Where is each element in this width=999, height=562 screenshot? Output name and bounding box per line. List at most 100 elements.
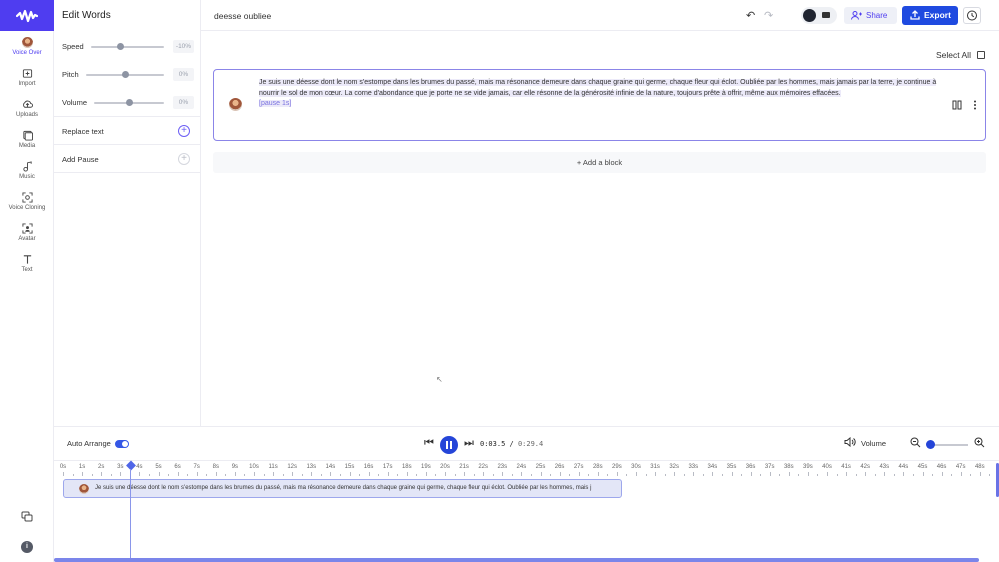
ruler-tick-mark [158, 472, 160, 476]
pitch-slider-handle[interactable] [122, 71, 129, 78]
document-title[interactable]: deesse oubliee [214, 11, 271, 21]
help-button[interactable]: i [0, 541, 54, 553]
chat-button[interactable] [0, 511, 54, 525]
ruler-tick-label: 45s [917, 464, 928, 470]
add-block-button[interactable]: + Add a block [213, 152, 986, 173]
pitch-label: Pitch [62, 70, 79, 79]
auto-arrange-toggle[interactable] [115, 440, 129, 448]
volume-slider-handle[interactable] [126, 99, 133, 106]
pitch-control: Pitch 0% [62, 68, 194, 82]
ruler-tick-label: 11s [268, 464, 278, 470]
ruler-tick-label: 34s [707, 464, 718, 470]
ruler-tick-label: 2s [98, 464, 105, 470]
export-upload-icon [910, 10, 920, 20]
pause-button[interactable] [440, 436, 458, 454]
skip-back-icon[interactable]: ⏮ [424, 437, 434, 450]
export-button[interactable]: Export [902, 6, 958, 25]
ruler-tick-mark [406, 472, 408, 476]
volume-button-label[interactable]: Volume [861, 439, 886, 448]
ruler-tick-mark [292, 472, 294, 476]
sidebar-item-uploads[interactable]: Uploads [0, 99, 54, 118]
sidebar-item-text[interactable]: Text [0, 254, 54, 273]
volume-value[interactable]: 0% [173, 96, 194, 109]
select-all-checkbox[interactable] [977, 51, 985, 59]
speed-slider-track[interactable] [91, 46, 164, 48]
ruler-tick-label: 1s [78, 464, 86, 470]
sidebar-item-music[interactable]: Music [0, 161, 54, 180]
zoom-out-icon[interactable] [910, 437, 921, 451]
ruler-tick-mark [139, 472, 141, 476]
add-replace-text-icon[interactable]: + [178, 125, 190, 137]
pause-tag[interactable]: [pause 1s] [259, 100, 292, 107]
ruler-tick-mark [779, 474, 781, 476]
split-block-icon[interactable] [952, 100, 962, 110]
panel-divider [54, 172, 200, 173]
ruler-tick-mark [597, 472, 599, 476]
time-display: 0:03.5 / 0:29.4 [480, 440, 543, 448]
add-pause-icon[interactable]: + [178, 153, 190, 165]
sidebar-item-voice-over[interactable]: Voice Over [0, 37, 54, 56]
pitch-value[interactable]: 0% [173, 68, 194, 81]
ruler-tick-label: 6s [174, 464, 181, 470]
replace-text-row[interactable]: Replace text + [54, 116, 200, 144]
ruler-tick-mark [311, 472, 313, 476]
ruler-tick-mark [63, 472, 64, 476]
sidebar-item-voice-cloning[interactable]: Voice Cloning [0, 192, 54, 211]
ruler-tick-label: 7s [193, 464, 200, 470]
sidebar-item-label: Media [18, 143, 36, 149]
ruler-tick-label: 39s [803, 464, 813, 470]
timeline-ruler[interactable]: 0s 1s 2s 3s 4s 5s 6s 7s 8s 9s 10s 11s 12s 13s 14s 15s 16… [54, 460, 999, 476]
ruler-tick-mark [769, 472, 771, 476]
timeline-clip[interactable]: Je suis une déesse dont le nom s'estompe… [63, 479, 622, 498]
ruler-tick-mark [273, 472, 275, 476]
speed-value[interactable]: -10% [173, 40, 194, 53]
more-options-icon[interactable] [971, 100, 979, 110]
ruler-tick-mark [960, 472, 962, 476]
voice-avatar[interactable] [229, 98, 242, 111]
sidebar-item-avatar[interactable]: Avatar [0, 223, 54, 242]
ruler-tick-mark [741, 474, 743, 476]
ruler-tick-label: 4s [136, 464, 143, 470]
ruler-tick-mark [932, 474, 934, 476]
voice-block[interactable]: Je suis une déesse dont le nom s'estompe… [213, 69, 986, 141]
speed-slider-handle[interactable] [117, 43, 124, 50]
redo-icon[interactable]: ↷ [764, 9, 773, 22]
skip-forward-icon[interactable]: ⏭ [464, 437, 474, 450]
panel-title: Edit Words [62, 10, 111, 21]
zoom-slider-track[interactable] [930, 444, 968, 446]
add-user-icon [851, 11, 862, 20]
app-logo[interactable] [0, 0, 54, 31]
ruler-tick-mark [798, 474, 800, 476]
ruler-tick-mark [616, 472, 618, 476]
ruler-tick-mark [951, 474, 953, 476]
speaker-icon[interactable] [844, 437, 856, 447]
ruler-tick-label: 14s [325, 464, 336, 470]
timeline-horizontal-scrollbar[interactable] [54, 558, 979, 562]
ruler-tick-mark [483, 472, 485, 476]
ruler-tick-mark [177, 472, 179, 476]
add-pause-row[interactable]: Add Pause + [54, 144, 200, 172]
block-text[interactable]: Je suis une déesse dont le nom s'estompe… [259, 78, 939, 110]
version-history-button[interactable] [963, 7, 981, 24]
sidebar-item-import[interactable]: Import [0, 68, 54, 87]
undo-icon[interactable]: ↶ [746, 9, 755, 22]
import-icon [22, 69, 32, 78]
ruler-tick-label: 41s [841, 464, 851, 470]
sidebar-item-media[interactable]: Media [0, 130, 54, 149]
ruler-tick-label: 18s [401, 464, 412, 470]
zoom-slider-handle[interactable] [926, 440, 935, 449]
ruler-tick-mark [473, 474, 475, 476]
ruler-tick-mark [664, 474, 666, 476]
share-button[interactable]: Share [844, 7, 897, 24]
ruler-tick-mark [502, 472, 504, 476]
block-text-content[interactable]: Je suis une déesse dont le nom s'estompe… [259, 79, 937, 97]
playhead-line [130, 469, 131, 561]
ruler-tick-label: 47s [955, 464, 966, 470]
ruler-tick-label: 13s [306, 464, 317, 470]
replace-text-label: Replace text [62, 127, 104, 136]
ruler-tick-mark [683, 474, 685, 476]
select-all-label[interactable]: Select All [936, 50, 971, 60]
theme-toggle[interactable] [801, 7, 837, 24]
moon-icon [803, 9, 816, 22]
zoom-in-icon[interactable] [974, 437, 985, 451]
